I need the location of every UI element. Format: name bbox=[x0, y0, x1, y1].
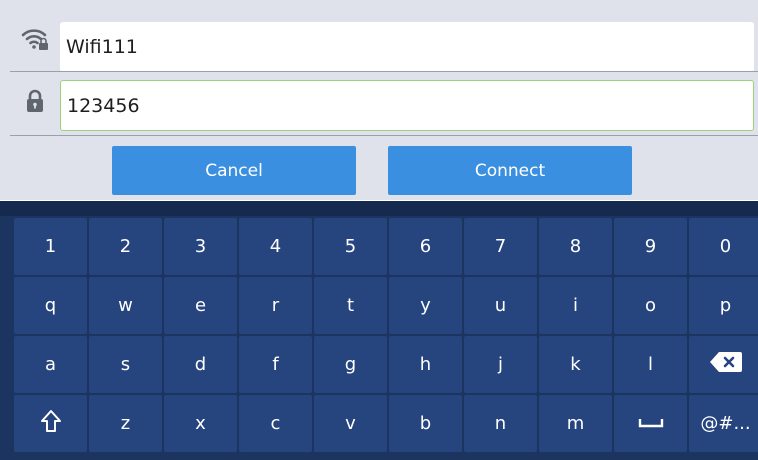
password-row: 123456 bbox=[10, 70, 758, 132]
key-t[interactable]: t bbox=[314, 277, 387, 334]
key-6[interactable]: 6 bbox=[389, 218, 462, 275]
on-screen-keyboard: 1 2 3 4 5 6 7 8 9 0 q w e r t y u i o p … bbox=[0, 201, 758, 460]
key-m[interactable]: m bbox=[539, 395, 612, 452]
key-4[interactable]: 4 bbox=[239, 218, 312, 275]
key-s[interactable]: s bbox=[89, 336, 162, 393]
key-u[interactable]: u bbox=[464, 277, 537, 334]
padlock-icon bbox=[10, 70, 60, 132]
key-e[interactable]: e bbox=[164, 277, 237, 334]
key-w[interactable]: w bbox=[89, 277, 162, 334]
key-v[interactable]: v bbox=[314, 395, 387, 452]
key-0[interactable]: 0 bbox=[689, 218, 758, 275]
key-7[interactable]: 7 bbox=[464, 218, 537, 275]
key-n[interactable]: n bbox=[464, 395, 537, 452]
key-z[interactable]: z bbox=[89, 395, 162, 452]
key-y[interactable]: y bbox=[389, 277, 462, 334]
shift-icon bbox=[40, 409, 62, 438]
key-3[interactable]: 3 bbox=[164, 218, 237, 275]
wifi-lock-icon bbox=[10, 10, 60, 68]
divider bbox=[10, 135, 758, 136]
key-f[interactable]: f bbox=[239, 336, 312, 393]
key-l[interactable]: l bbox=[614, 336, 687, 393]
backspace-key[interactable] bbox=[689, 336, 758, 393]
key-k[interactable]: k bbox=[539, 336, 612, 393]
keyboard-top-bar bbox=[0, 201, 758, 216]
ssid-field[interactable]: Wifi111 bbox=[60, 22, 754, 72]
key-grid: 1 2 3 4 5 6 7 8 9 0 q w e r t y u i o p … bbox=[14, 218, 758, 452]
key-a[interactable]: a bbox=[14, 336, 87, 393]
password-field[interactable]: 123456 bbox=[60, 80, 754, 131]
key-p[interactable]: p bbox=[689, 277, 758, 334]
wifi-connect-panel: Wifi111 123456 Cancel Connect bbox=[0, 0, 758, 200]
key-g[interactable]: g bbox=[314, 336, 387, 393]
cancel-button[interactable]: Cancel bbox=[112, 146, 356, 195]
backspace-icon bbox=[709, 351, 743, 378]
key-i[interactable]: i bbox=[539, 277, 612, 334]
key-h[interactable]: h bbox=[389, 336, 462, 393]
key-2[interactable]: 2 bbox=[89, 218, 162, 275]
key-c[interactable]: c bbox=[239, 395, 312, 452]
key-5[interactable]: 5 bbox=[314, 218, 387, 275]
key-x[interactable]: x bbox=[164, 395, 237, 452]
shift-key[interactable] bbox=[14, 395, 87, 452]
key-j[interactable]: j bbox=[464, 336, 537, 393]
key-d[interactable]: d bbox=[164, 336, 237, 393]
connect-button[interactable]: Connect bbox=[388, 146, 632, 195]
ssid-row: Wifi111 bbox=[10, 10, 758, 72]
space-key[interactable] bbox=[614, 395, 687, 452]
key-r[interactable]: r bbox=[239, 277, 312, 334]
key-8[interactable]: 8 bbox=[539, 218, 612, 275]
key-1[interactable]: 1 bbox=[14, 218, 87, 275]
key-q[interactable]: q bbox=[14, 277, 87, 334]
space-icon bbox=[638, 413, 664, 434]
key-o[interactable]: o bbox=[614, 277, 687, 334]
key-9[interactable]: 9 bbox=[614, 218, 687, 275]
key-b[interactable]: b bbox=[389, 395, 462, 452]
symbols-key[interactable]: @#... bbox=[689, 395, 758, 452]
